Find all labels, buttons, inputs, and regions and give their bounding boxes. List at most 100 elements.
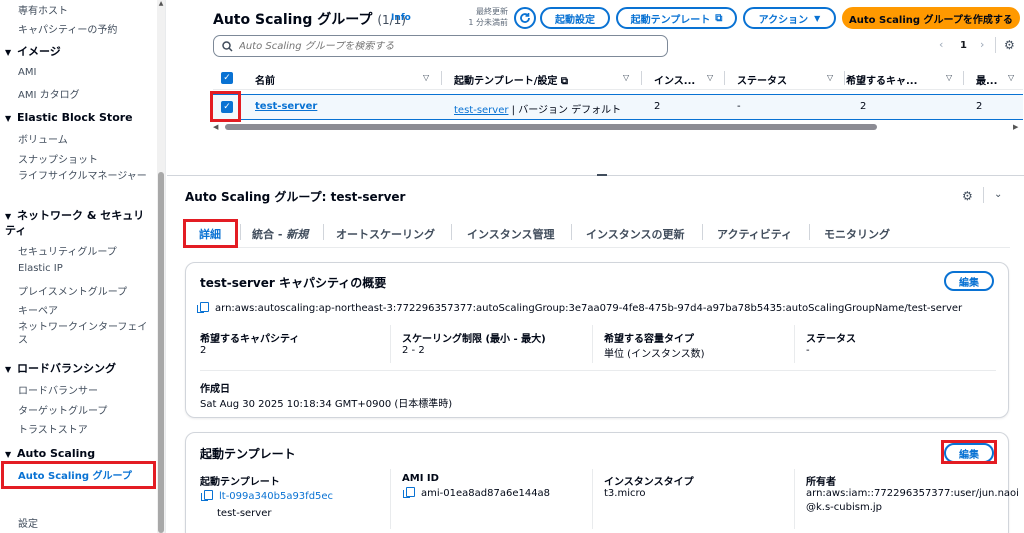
next-page-icon[interactable]: › <box>980 38 984 51</box>
create-asg-button[interactable]: Auto Scaling グループを作成する <box>842 7 1020 29</box>
tab-auto-scaling[interactable]: オートスケーリング <box>336 226 435 242</box>
tab-monitoring[interactable]: モニタリング <box>824 226 890 242</box>
prev-page-icon[interactable]: ‹ <box>939 38 943 51</box>
launch-template-button[interactable]: 起動テンプレート ⧉ <box>616 7 737 29</box>
sidebar-item-elastic-ip[interactable]: Elastic IP <box>18 263 63 274</box>
sidebar-section-ebs[interactable]: ▼ Elastic Block Store <box>5 111 133 126</box>
sort-caret-icon[interactable]: ▽ <box>623 73 629 82</box>
current-page[interactable]: 1 <box>960 40 967 51</box>
sidebar-item-lifecycle-manager[interactable]: ライフサイクルマネージャー <box>18 170 150 183</box>
column-header-min[interactable]: 最... <box>976 72 997 87</box>
detail-settings-gear-icon[interactable]: ⚙ <box>962 189 973 203</box>
info-link[interactable]: Info <box>391 13 411 23</box>
tab-instance-refresh[interactable]: インスタンスの更新 <box>586 226 685 242</box>
sidebar-item-key-pairs[interactable]: キーペア <box>18 302 58 317</box>
actions-dropdown[interactable]: アクション ▼ <box>743 7 836 29</box>
column-header-launch-template[interactable]: 起動テンプレート/設定 ⧉ <box>454 72 568 87</box>
sidebar-section-auto-scaling[interactable]: ▼ Auto Scaling <box>5 447 95 462</box>
sidebar-item-network-interfaces[interactable]: ネットワークインターフェイス <box>18 321 148 347</box>
divider <box>995 37 996 53</box>
tab-instance-management[interactable]: インスタンス管理 <box>467 226 555 242</box>
select-all-checkbox[interactable]: ✓ <box>221 72 233 84</box>
copy-icon[interactable] <box>403 487 415 498</box>
tab-divider <box>702 224 703 240</box>
sidebar-item-placement-groups[interactable]: プレイスメントグループ <box>18 283 127 298</box>
refresh-button[interactable] <box>514 7 536 29</box>
launch-template-link[interactable]: test-server <box>454 105 508 116</box>
desired-cell: 2 <box>860 101 867 112</box>
tab-activity[interactable]: アクティビティ <box>717 226 792 242</box>
instances-cell: 2 <box>654 101 661 112</box>
sidebar-item-dedicated-hosts[interactable]: 専有ホスト <box>18 2 68 17</box>
pane-splitter[interactable] <box>167 174 1024 183</box>
column-header-desired[interactable]: 希望するキャ... <box>846 72 917 87</box>
sidebar-item-settings[interactable]: 設定 <box>18 515 38 530</box>
last-updated: 最終更新 1 分未満前 <box>468 7 508 27</box>
table-horizontal-scrollbar[interactable]: ◀ ▶ <box>213 123 1023 131</box>
column-header-status[interactable]: ステータス <box>737 72 787 87</box>
external-link-icon: ⧉ <box>715 12 723 24</box>
sidebar-section-network[interactable]: ▼ ネットワーク & セキュリティ <box>5 209 150 238</box>
column-divider[interactable] <box>963 71 964 85</box>
column-divider[interactable] <box>724 71 725 85</box>
launch-template-cell: test-server | バージョン デフォルト <box>454 105 622 116</box>
collapse-chevron-icon[interactable]: ⌄ <box>994 189 1002 200</box>
sort-caret-icon[interactable]: ▽ <box>827 73 833 82</box>
asg-name-link[interactable]: test-server <box>255 101 317 112</box>
sort-caret-icon[interactable]: ▽ <box>1008 73 1014 82</box>
edit-capacity-button[interactable]: 編集 <box>944 271 994 291</box>
sidebar-item-auto-scaling-groups[interactable]: Auto Scaling グループ <box>18 467 132 482</box>
external-link-icon: ⧉ <box>560 76 568 87</box>
sidebar-item-security-groups[interactable]: セキュリティグループ <box>18 243 117 258</box>
column-divider[interactable] <box>441 71 442 85</box>
sidebar-item-load-balancers[interactable]: ロードバランサー <box>18 382 98 397</box>
scroll-right-icon[interactable]: ▶ <box>1013 123 1018 131</box>
launch-template-id-link[interactable]: lt-099a340b5a93fd5ec <box>219 491 333 502</box>
caret-down-icon: ▼ <box>5 114 12 123</box>
table-settings-gear-icon[interactable]: ⚙ <box>1004 38 1015 52</box>
page-title: Auto Scaling グループ (1/1) <box>213 12 406 28</box>
scroll-left-icon[interactable]: ◀ <box>213 123 218 131</box>
sidebar-item-target-groups[interactable]: ターゲットグループ <box>18 402 107 417</box>
table-row[interactable]: ✓ test-server test-server | バージョン デフォルト … <box>213 94 1023 120</box>
active-tab-indicator <box>185 245 232 248</box>
launch-config-button[interactable]: 起動設定 <box>540 7 610 29</box>
row-checkbox[interactable]: ✓ <box>221 101 233 113</box>
created-label: 作成日 <box>200 384 230 395</box>
search-icon <box>222 40 233 52</box>
caret-down-icon: ▼ <box>5 365 12 374</box>
capacity-type-value: 単位 (インスタンス数) <box>604 349 705 360</box>
sidebar-section-load-balancing[interactable]: ▼ ロードバランシング <box>5 362 116 377</box>
sidebar-item-ami-catalog[interactable]: AMI カタログ <box>18 86 80 101</box>
sort-caret-icon[interactable]: ▽ <box>707 73 713 82</box>
sidebar-item-ami[interactable]: AMI <box>18 67 36 78</box>
scrollbar-thumb[interactable] <box>225 124 877 130</box>
tab-divider <box>571 224 572 240</box>
sidebar-scrollbar-thumb[interactable] <box>158 172 164 533</box>
tab-integrations[interactable]: 統合 - 新規 <box>252 226 308 242</box>
status-value: - <box>806 345 810 356</box>
splitter-grip-icon[interactable] <box>597 174 607 176</box>
column-divider <box>794 325 795 363</box>
caret-down-icon: ▼ <box>814 13 821 23</box>
detail-tabs: 詳細 統合 - 新規 オートスケーリング インスタンス管理 インスタンスの更新 … <box>185 220 1010 248</box>
tab-details[interactable]: 詳細 <box>199 226 221 242</box>
sort-caret-icon[interactable]: ▽ <box>423 73 429 82</box>
edit-launch-template-button[interactable]: 編集 <box>944 443 994 463</box>
sidebar-item-snapshots[interactable]: スナップショット <box>18 151 98 166</box>
sidebar-item-volumes[interactable]: ボリューム <box>18 131 68 146</box>
copy-icon[interactable] <box>197 302 209 313</box>
column-divider[interactable] <box>641 71 642 85</box>
copy-icon[interactable] <box>201 490 213 501</box>
column-header-instances[interactable]: インス... <box>654 72 695 87</box>
sidebar-section-images[interactable]: ▼ イメージ <box>5 45 61 60</box>
sort-caret-icon[interactable]: ▽ <box>946 73 952 82</box>
sidebar-item-trust-stores[interactable]: トラストストア <box>18 421 88 436</box>
column-divider <box>390 325 391 363</box>
desired-capacity-value: 2 <box>200 345 207 356</box>
scroll-up-icon[interactable]: ▲ <box>157 0 165 10</box>
column-divider[interactable] <box>844 71 845 85</box>
search-input[interactable] <box>239 40 659 52</box>
sidebar-item-capacity-reservations[interactable]: キャパシティーの予約 <box>18 21 117 36</box>
column-header-name[interactable]: 名前 <box>255 72 275 87</box>
